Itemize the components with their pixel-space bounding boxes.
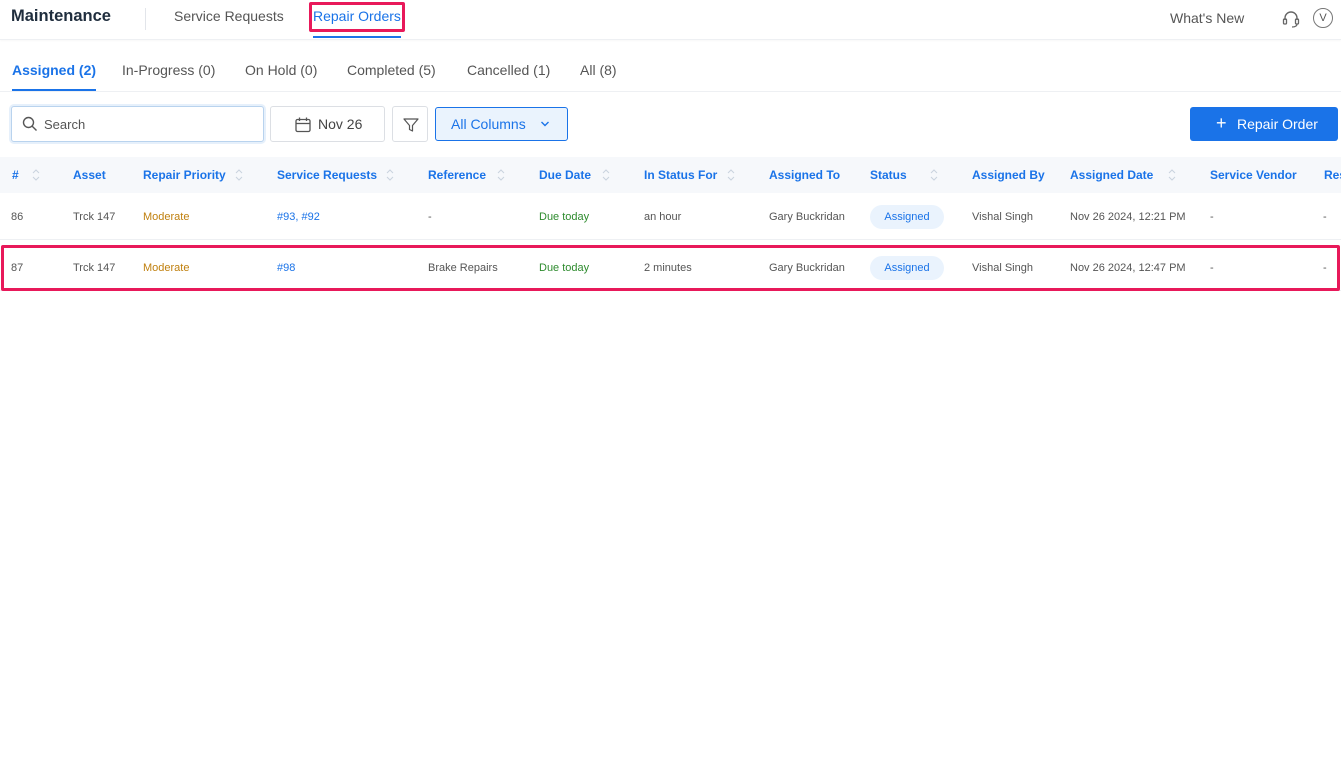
cell-asset: Trck 147 <box>73 262 116 274</box>
cell-assigned-by: Vishal Singh <box>972 262 1033 274</box>
col-header-in-status-for[interactable]: In Status For <box>644 168 717 182</box>
header-divider <box>145 8 146 30</box>
cell-res: - <box>1323 211 1327 223</box>
cell-priority: Moderate <box>143 262 190 274</box>
cell-service-requests-link[interactable]: #98 <box>277 262 295 274</box>
cell-in-status-for: 2 minutes <box>644 262 692 274</box>
date-label: Nov 26 <box>318 116 363 132</box>
col-header-assigned-to[interactable]: Assigned To <box>769 168 840 182</box>
col-header-id[interactable]: # <box>12 168 19 182</box>
top-bar: Maintenance Service Requests Repair Orde… <box>0 0 1341 40</box>
status-badge: Assigned <box>870 205 944 229</box>
tab-on-hold[interactable]: On Hold (0) <box>245 62 317 78</box>
cell-reference: Brake Repairs <box>428 262 498 274</box>
date-picker-button[interactable]: Nov 26 <box>270 106 385 142</box>
add-repair-order-label: Repair Order <box>1237 116 1318 132</box>
chevron-down-icon <box>541 121 549 127</box>
cell-assigned-to: Gary Buckridan <box>769 211 845 223</box>
cell-id: 87 <box>11 262 24 274</box>
table-row[interactable]: 86 Trck 147 Moderate #93, #92 - Due toda… <box>0 194 1341 240</box>
sort-icon[interactable] <box>32 168 40 182</box>
calendar-icon <box>295 117 311 133</box>
search-input[interactable] <box>44 114 254 134</box>
cell-assigned-date: Nov 26 2024, 12:21 PM <box>1070 211 1186 223</box>
cell-service-vendor: - <box>1210 262 1214 274</box>
cell-service-vendor: - <box>1210 211 1214 223</box>
tab-assigned[interactable]: Assigned (2) <box>12 62 97 91</box>
col-header-service-requests[interactable]: Service Requests <box>277 168 377 182</box>
col-header-assigned-by[interactable]: Assigned By <box>972 168 1045 182</box>
tab-in-progress[interactable]: In-Progress (0) <box>122 62 215 78</box>
col-header-res[interactable]: Res <box>1324 168 1341 182</box>
tab-cancelled[interactable]: Cancelled (1) <box>467 62 550 78</box>
status-badge: Assigned <box>870 256 944 280</box>
sort-icon[interactable] <box>1168 168 1176 182</box>
sort-icon[interactable] <box>235 168 243 182</box>
cell-in-status-for: an hour <box>644 211 682 223</box>
tab-completed[interactable]: Completed (5) <box>347 62 436 78</box>
col-header-service-vendor[interactable]: Service Vendor <box>1210 168 1297 182</box>
whats-new-link[interactable]: What's New <box>1170 10 1244 26</box>
table-row[interactable]: 87 Trck 147 Moderate #98 Brake Repairs D… <box>0 245 1341 291</box>
sort-icon[interactable] <box>602 168 610 182</box>
cell-service-requests-link[interactable]: #93, #92 <box>277 211 320 223</box>
col-header-reference[interactable]: Reference <box>428 168 486 182</box>
cell-assigned-to: Gary Buckridan <box>769 262 845 274</box>
filter-icon <box>403 118 419 132</box>
table-header: # Asset Repair Priority Service Requests… <box>0 157 1341 193</box>
cell-asset: Trck 147 <box>73 211 116 223</box>
col-header-status[interactable]: Status <box>870 168 907 182</box>
cell-priority: Moderate <box>143 211 190 223</box>
cell-assigned-date: Nov 26 2024, 12:47 PM <box>1070 262 1186 274</box>
tab-all[interactable]: All (8) <box>580 62 617 78</box>
nav-repair-orders[interactable]: Repair Orders <box>313 8 401 38</box>
plus-icon: + <box>1216 113 1227 133</box>
all-columns-label: All Columns <box>451 116 526 132</box>
all-columns-dropdown[interactable]: All Columns <box>435 107 568 141</box>
cell-res: - <box>1323 262 1327 274</box>
nav-service-requests[interactable]: Service Requests <box>174 8 284 24</box>
col-header-asset[interactable]: Asset <box>73 168 106 182</box>
sort-icon[interactable] <box>497 168 505 182</box>
col-header-assigned-date[interactable]: Assigned Date <box>1070 168 1153 182</box>
filter-button[interactable] <box>392 106 428 142</box>
search-box[interactable] <box>11 106 264 142</box>
search-icon <box>22 116 37 131</box>
col-header-due-date[interactable]: Due Date <box>539 168 591 182</box>
cell-reference: - <box>428 211 432 223</box>
cell-assigned-by: Vishal Singh <box>972 211 1033 223</box>
status-tabs: Assigned (2) In-Progress (0) On Hold (0)… <box>0 52 1341 92</box>
cell-id: 86 <box>11 211 24 223</box>
col-header-repair-priority[interactable]: Repair Priority <box>143 168 226 182</box>
avatar[interactable]: V <box>1313 8 1333 28</box>
headset-icon[interactable] <box>1281 9 1301 29</box>
add-repair-order-button[interactable]: + Repair Order <box>1190 107 1338 141</box>
cell-due-date: Due today <box>539 262 590 274</box>
sort-icon[interactable] <box>930 168 938 182</box>
sort-icon[interactable] <box>727 168 735 182</box>
app-title: Maintenance <box>11 7 111 25</box>
sort-icon[interactable] <box>386 168 394 182</box>
cell-due-date: Due today <box>539 211 590 223</box>
